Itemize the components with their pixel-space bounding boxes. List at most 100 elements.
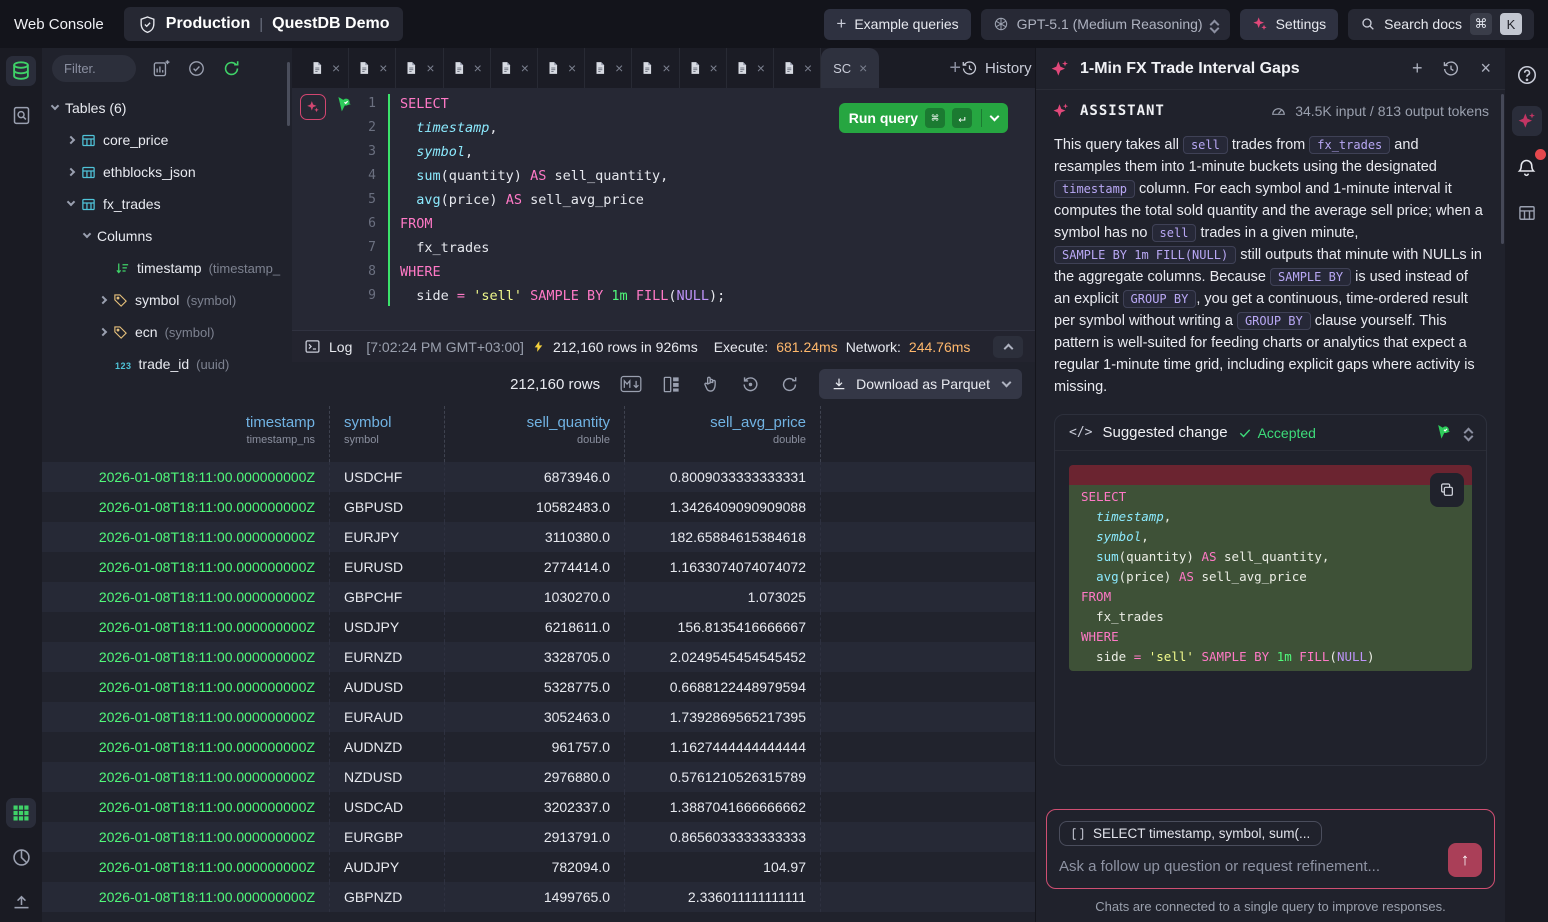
- table-row[interactable]: 2026-01-08T18:11:00.000000000ZGBPUSD1058…: [42, 492, 1035, 522]
- log-label[interactable]: Log: [329, 339, 352, 355]
- close-panel-button[interactable]: ×: [1480, 58, 1491, 79]
- query-tab[interactable]: ×: [444, 48, 491, 88]
- query-tab[interactable]: ×: [774, 48, 821, 88]
- close-tab-icon[interactable]: ×: [426, 60, 434, 76]
- active-query-tab[interactable]: SC×: [821, 48, 879, 88]
- tree-item-tables-6-[interactable]: Tables (6): [42, 92, 292, 124]
- expand-chevrons-icon[interactable]: [1465, 425, 1472, 440]
- table-row[interactable]: 2026-01-08T18:11:00.000000000ZAUDNZD9617…: [42, 732, 1035, 762]
- tree-item-columns[interactable]: Columns: [42, 220, 292, 252]
- chat-input[interactable]: [1059, 858, 1419, 875]
- refresh-data-icon[interactable]: [780, 375, 799, 394]
- new-chat-button[interactable]: +: [1412, 58, 1423, 79]
- column-header-symbol[interactable]: symbolsymbol: [330, 406, 445, 462]
- tree-item-symbol[interactable]: symbol(symbol): [42, 284, 292, 316]
- close-tab-icon[interactable]: ×: [521, 60, 529, 76]
- grid-view-button[interactable]: [6, 798, 36, 828]
- query-tab[interactable]: ×: [727, 48, 774, 88]
- query-tab[interactable]: ×: [302, 48, 349, 88]
- download-parquet-button[interactable]: Download as Parquet: [819, 369, 1022, 399]
- chat-history-button[interactable]: [1442, 60, 1460, 78]
- chevron-right-icon[interactable]: [99, 296, 107, 304]
- new-tab-button[interactable]: +: [949, 57, 961, 80]
- table-row[interactable]: 2026-01-08T18:11:00.000000000ZEURNZD3328…: [42, 642, 1035, 672]
- table-row[interactable]: 2026-01-08T18:11:00.000000000ZGBPCHF1030…: [42, 582, 1035, 612]
- chevron-right-icon[interactable]: [67, 168, 75, 176]
- run-options-chevron-icon[interactable]: [990, 111, 1000, 121]
- close-tab-icon[interactable]: ×: [859, 60, 867, 76]
- import-button[interactable]: [6, 886, 36, 916]
- schema-scrollbar[interactable]: [287, 62, 290, 126]
- table-row[interactable]: 2026-01-08T18:11:00.000000000ZAUDJPY7820…: [42, 852, 1035, 882]
- table-row[interactable]: 2026-01-08T18:11:00.000000000ZUSDJPY6218…: [42, 612, 1035, 642]
- close-tab-icon[interactable]: ×: [474, 60, 482, 76]
- tree-item-fx-trades[interactable]: fx_trades: [42, 188, 292, 220]
- query-tab[interactable]: ×: [491, 48, 538, 88]
- filter-input[interactable]: [52, 55, 136, 82]
- column-header-sell_quantity[interactable]: sell_quantitydouble: [445, 406, 625, 462]
- marker-check-icon[interactable]: [1434, 423, 1453, 442]
- tree-item-ecn[interactable]: ecn(symbol): [42, 316, 292, 348]
- markdown-copy-icon[interactable]: [620, 375, 642, 393]
- table-panel-button[interactable]: [1512, 198, 1542, 228]
- chat-input-box[interactable]: SELECT timestamp, symbol, sum(... ↑: [1046, 809, 1495, 889]
- query-log-nav-button[interactable]: [6, 100, 36, 130]
- settings-button[interactable]: Settings: [1240, 9, 1339, 40]
- model-selector[interactable]: GPT-5.1 (Medium Reasoning): [981, 9, 1230, 40]
- column-header-timestamp[interactable]: timestamptimestamp_ns: [42, 406, 330, 462]
- run-query-button[interactable]: Run query ⌘ ↵: [839, 103, 1008, 133]
- table-row[interactable]: 2026-01-08T18:11:00.000000000ZNZDUSD2976…: [42, 762, 1035, 792]
- table-row[interactable]: 2026-01-08T18:11:00.000000000ZEURUSD2774…: [42, 552, 1035, 582]
- collapse-log-button[interactable]: [993, 336, 1023, 358]
- sql-editor[interactable]: 123456789 SELECT timestamp, symbol, sum(…: [292, 88, 1035, 330]
- query-tab[interactable]: ×: [680, 48, 727, 88]
- send-button[interactable]: ↑: [1448, 843, 1482, 877]
- tree-item-timestamp[interactable]: timestamp(timestamp_: [42, 252, 292, 284]
- tables-nav-button[interactable]: [6, 56, 36, 86]
- query-tab[interactable]: ×: [349, 48, 396, 88]
- query-tab[interactable]: ×: [538, 48, 585, 88]
- chevron-down-icon[interactable]: [83, 230, 91, 238]
- query-tab[interactable]: ×: [632, 48, 679, 88]
- example-queries-button[interactable]: + Example queries: [824, 9, 970, 40]
- layout-icon[interactable]: [662, 375, 681, 394]
- close-tab-icon[interactable]: ×: [568, 60, 576, 76]
- table-row[interactable]: 2026-01-08T18:11:00.000000000ZEURAUD3052…: [42, 702, 1035, 732]
- table-row[interactable]: 2026-01-08T18:11:00.000000000ZUSDCHF6873…: [42, 462, 1035, 492]
- ai-assist-icon[interactable]: [300, 94, 326, 120]
- close-tab-icon[interactable]: ×: [662, 60, 670, 76]
- table-row[interactable]: 2026-01-08T18:11:00.000000000ZEURJPY3110…: [42, 522, 1035, 552]
- add-view-icon[interactable]: [152, 59, 171, 78]
- close-tab-icon[interactable]: ×: [615, 60, 623, 76]
- chevron-down-icon[interactable]: [67, 198, 75, 206]
- ai-panel-button[interactable]: [1512, 106, 1542, 136]
- table-row[interactable]: 2026-01-08T18:11:00.000000000ZGBPNZD1499…: [42, 882, 1035, 912]
- chevron-down-icon[interactable]: [51, 102, 59, 110]
- chevron-right-icon[interactable]: [99, 328, 107, 336]
- instance-badge[interactable]: Production | QuestDB Demo: [124, 7, 404, 41]
- notifications-button[interactable]: [1512, 152, 1542, 182]
- download-options-chevron-icon[interactable]: [1002, 377, 1012, 387]
- close-tab-icon[interactable]: ×: [710, 60, 718, 76]
- chevron-right-icon[interactable]: [67, 136, 75, 144]
- query-tab[interactable]: ×: [585, 48, 632, 88]
- table-row[interactable]: 2026-01-08T18:11:00.000000000ZEURGBP2913…: [42, 822, 1035, 852]
- copy-code-button[interactable]: [1430, 473, 1464, 507]
- query-context-chip[interactable]: SELECT timestamp, symbol, sum(...: [1059, 821, 1322, 846]
- refresh-icon[interactable]: [222, 59, 241, 78]
- close-tab-icon[interactable]: ×: [757, 60, 765, 76]
- help-button[interactable]: [1512, 60, 1542, 90]
- tree-item-ethblocks-json[interactable]: ethblocks_json: [42, 156, 292, 188]
- drag-hand-icon[interactable]: [701, 374, 721, 394]
- query-tab[interactable]: ×: [396, 48, 443, 88]
- search-docs-button[interactable]: Search docs ⌘ K: [1348, 9, 1534, 40]
- panel-scrollbar[interactable]: [1501, 94, 1504, 244]
- table-row[interactable]: 2026-01-08T18:11:00.000000000ZUSDCAD3202…: [42, 792, 1035, 822]
- table-row[interactable]: 2026-01-08T18:11:00.000000000ZAUDUSD5328…: [42, 672, 1035, 702]
- tree-item-trade-id[interactable]: 123trade_id(uuid): [42, 348, 292, 380]
- close-tab-icon[interactable]: ×: [379, 60, 387, 76]
- undo-refresh-icon[interactable]: [741, 375, 760, 394]
- history-button[interactable]: History: [961, 60, 1032, 77]
- chart-view-button[interactable]: [6, 842, 36, 872]
- check-circle-icon[interactable]: [187, 59, 206, 78]
